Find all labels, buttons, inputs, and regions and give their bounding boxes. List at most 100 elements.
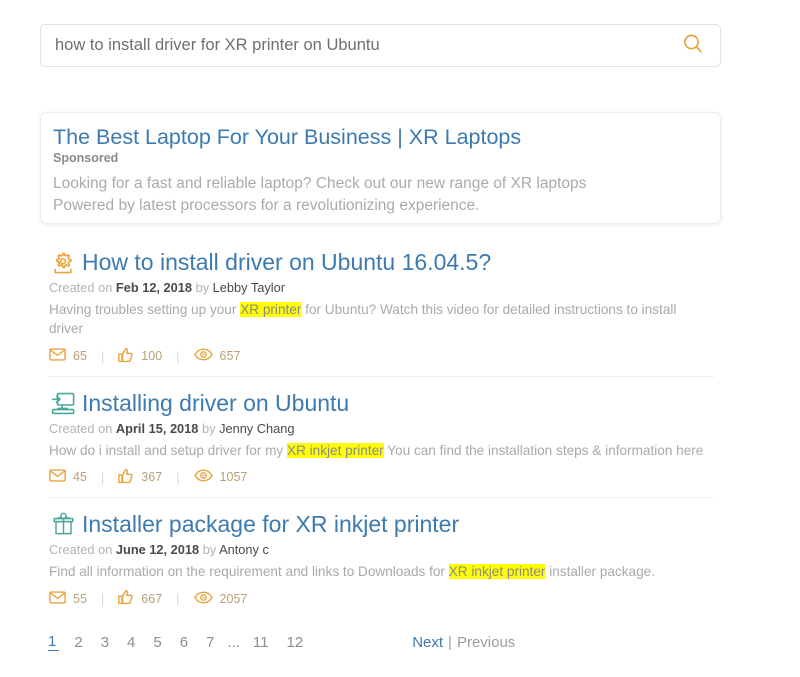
- result-meta: Created on April 15, 2018 by Jenny Chang: [49, 421, 714, 436]
- views-stat[interactable]: 657: [193, 348, 241, 364]
- by-label: by: [195, 280, 210, 295]
- result-author: Antony c: [219, 541, 269, 557]
- envelope-icon: [49, 591, 66, 607]
- by-label: by: [202, 541, 217, 557]
- created-label: Created on: [49, 280, 113, 295]
- views-count: 1057: [219, 470, 248, 485]
- stat-separator: |: [100, 348, 105, 364]
- desc-before: How do i install and setup driver for my: [49, 442, 287, 458]
- result-title-link[interactable]: Installing driver on Ubuntu: [82, 390, 349, 416]
- result-author: Jenny Chang: [219, 420, 295, 436]
- page-link-7[interactable]: 7: [197, 634, 223, 651]
- envelope-icon: [49, 469, 66, 485]
- ad-description: Looking for a fast and reliable laptop? …: [53, 173, 704, 217]
- results-list: How to install driver on Ubuntu 16.04.5?…: [48, 248, 714, 618]
- page-link-3[interactable]: 3: [92, 634, 118, 651]
- thumbs-up-icon: [118, 468, 134, 487]
- comments-count: 65: [73, 349, 87, 364]
- result-date: June 12, 2018: [115, 541, 200, 557]
- sponsored-label: Sponsored: [53, 150, 119, 165]
- previous-page-link[interactable]: Previous: [457, 634, 515, 651]
- page-link-5[interactable]: 5: [144, 634, 170, 651]
- result-meta: Created on Feb 12, 2018 by Lebby Taylor: [49, 280, 714, 295]
- views-stat[interactable]: 2057: [193, 591, 248, 607]
- stat-separator: |: [176, 348, 180, 364]
- eye-icon: [193, 469, 213, 485]
- page-link-6[interactable]: 6: [171, 634, 197, 651]
- package-box-icon: [48, 510, 78, 540]
- comments-stat[interactable]: 45: [49, 469, 87, 485]
- desc-after: You can find the installation steps & in…: [383, 442, 704, 458]
- next-page-link[interactable]: Next: [412, 634, 443, 651]
- eye-icon: [193, 348, 213, 364]
- result-header: Installing driver on Ubuntu: [48, 389, 714, 419]
- created-label: Created on: [49, 541, 113, 557]
- page-link-4[interactable]: 4: [118, 634, 144, 651]
- result-header: How to install driver on Ubuntu 16.04.5?: [48, 248, 714, 278]
- search-submit-button[interactable]: [666, 25, 720, 66]
- stat-separator: |: [100, 591, 105, 607]
- monitor-install-icon: [48, 389, 78, 419]
- result-meta: Created on June 12, 2018 by Antony c: [49, 542, 714, 557]
- by-label: by: [201, 420, 216, 436]
- likes-stat[interactable]: 100: [118, 347, 162, 366]
- nav-divider: |: [448, 633, 452, 651]
- search-input[interactable]: [41, 25, 666, 66]
- page-link-1[interactable]: 1: [48, 633, 60, 651]
- result-author: Lebby Taylor: [212, 280, 285, 295]
- envelope-icon: [49, 348, 66, 364]
- page-link-11[interactable]: 11: [244, 634, 278, 651]
- pagination-nav: Next | Previous: [412, 634, 515, 651]
- ad-description-line-2: Powered by latest processors for a revol…: [53, 196, 480, 214]
- search-term-highlight: XR inkjet printer: [287, 442, 384, 458]
- stat-separator: |: [100, 469, 105, 485]
- search-result-item: Installer package for XR inkjet printer …: [48, 496, 714, 618]
- thumbs-up-icon: [118, 589, 134, 608]
- stat-separator: |: [176, 591, 180, 607]
- views-count: 2057: [219, 591, 248, 606]
- pagination: 1 2 3 4 5 6 7 ... 11 12 Next | Previous: [48, 633, 714, 651]
- search-term-highlight: XR inkjet printer: [448, 563, 546, 579]
- likes-count: 100: [141, 349, 163, 364]
- result-description: Having troubles setting up your XR print…: [49, 300, 714, 339]
- desc-after: installer package.: [545, 563, 655, 579]
- result-stats: 45 | 367 | 1057: [49, 468, 714, 487]
- search-icon: [681, 32, 705, 59]
- result-title-link[interactable]: How to install driver on Ubuntu 16.04.5?: [82, 250, 491, 276]
- views-stat[interactable]: 1057: [193, 469, 248, 485]
- result-description: Find all information on the requirement …: [49, 562, 714, 581]
- search-result-item: Installing driver on Ubuntu Created on A…: [48, 375, 714, 497]
- result-stats: 55 | 667 | 2057: [49, 589, 714, 608]
- search-term-highlight: XR printer: [240, 302, 302, 317]
- desc-before: Find all information on the requirement …: [49, 563, 449, 579]
- result-stats: 65 | 100 | 657: [49, 347, 714, 366]
- search-bar: [40, 24, 721, 67]
- likes-stat[interactable]: 367: [118, 468, 162, 487]
- comments-count: 45: [73, 470, 87, 485]
- page-link-2[interactable]: 2: [65, 634, 91, 651]
- views-count: 657: [219, 349, 241, 364]
- thumbs-up-icon: [118, 347, 134, 366]
- result-date: Feb 12, 2018: [115, 280, 193, 295]
- sponsored-ad-card[interactable]: The Best Laptop For Your Business | XR L…: [40, 112, 721, 224]
- result-header: Installer package for XR inkjet printer: [48, 510, 714, 540]
- stat-separator: |: [176, 469, 180, 485]
- comments-stat[interactable]: 65: [49, 348, 87, 364]
- likes-stat[interactable]: 667: [118, 589, 162, 608]
- eye-icon: [193, 591, 213, 607]
- page-number-list: 1 2 3 4 5 6 7 ... 11 12: [48, 633, 312, 651]
- comments-count: 55: [73, 591, 87, 606]
- result-date: April 15, 2018: [115, 420, 199, 436]
- page-ellipsis: ...: [227, 633, 240, 651]
- created-label: Created on: [49, 420, 113, 436]
- result-title-link[interactable]: Installer package for XR inkjet printer: [82, 511, 459, 537]
- comments-stat[interactable]: 55: [49, 591, 87, 607]
- ad-description-line-1: Looking for a fast and reliable laptop? …: [53, 174, 587, 192]
- likes-count: 367: [141, 470, 163, 485]
- result-description: How do i install and setup driver for my…: [49, 441, 714, 460]
- page-link-12[interactable]: 12: [278, 634, 313, 651]
- search-results-page: The Best Laptop For Your Business | XR L…: [0, 0, 800, 677]
- likes-count: 667: [141, 591, 163, 606]
- ad-title-link[interactable]: The Best Laptop For Your Business | XR L…: [53, 125, 704, 150]
- search-result-item: How to install driver on Ubuntu 16.04.5?…: [48, 248, 714, 376]
